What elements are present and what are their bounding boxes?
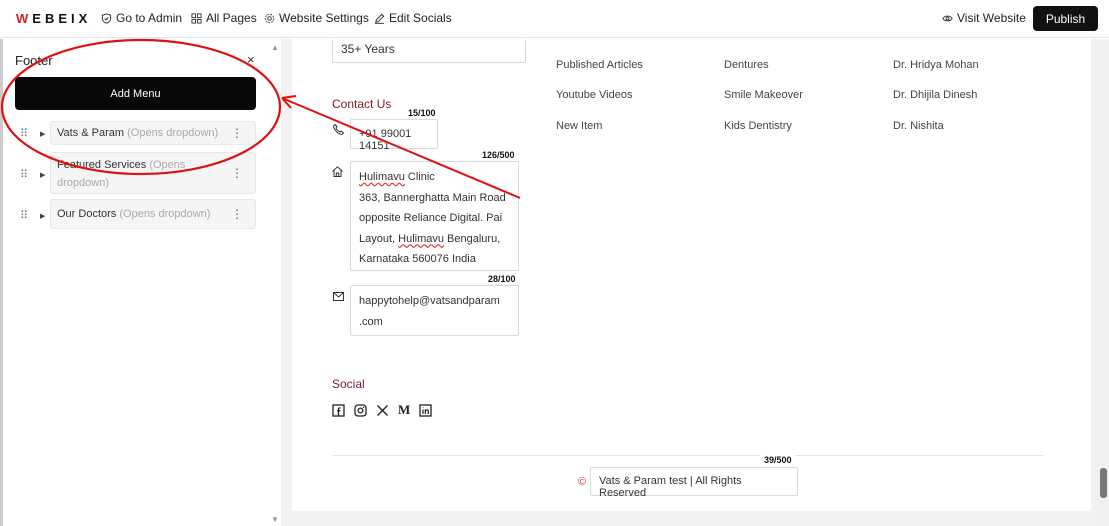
logo-text: EBEIX (32, 11, 92, 26)
menu-item-vats-param[interactable]: Vats & Param (Opens dropdown) ⋮ (50, 121, 256, 145)
more-options-icon[interactable]: ⋮ (231, 205, 243, 223)
email-line: .com (359, 315, 383, 328)
social-title: Social (332, 377, 365, 391)
more-options-icon[interactable]: ⋮ (231, 164, 243, 182)
footer-link[interactable]: Dr. Dhijila Dinesh (893, 89, 977, 101)
nav-go-to-admin[interactable]: Go to Admin (101, 11, 182, 25)
footer-preview: 35+ Years Published Articles Youtube Vid… (292, 39, 1091, 511)
menu-item-label: Featured Services (57, 159, 147, 171)
email-counter: 28/100 (485, 274, 519, 284)
logo[interactable]: WEBEIX (16, 11, 91, 26)
drag-handle-icon[interactable]: ⠿ (20, 127, 28, 140)
menu-item-hint: (Opens dropdown) (119, 208, 211, 220)
address-line: Hulimavu (359, 171, 405, 183)
contact-title: Contact Us (332, 97, 392, 111)
pencil-icon (374, 13, 385, 24)
facebook-icon[interactable] (332, 404, 345, 417)
nav-label: All Pages (206, 11, 257, 25)
instagram-icon[interactable] (354, 404, 367, 417)
footer-link[interactable]: Youtube Videos (556, 89, 632, 101)
footer-link[interactable]: Kids Dentistry (724, 120, 792, 132)
footer-divider (332, 455, 1043, 456)
editor-canvas: 35+ Years Published Articles Youtube Vid… (281, 39, 1109, 526)
eye-icon (942, 15, 953, 21)
nav-edit-socials[interactable]: Edit Socials (374, 11, 452, 25)
copyright-symbol: © (578, 476, 587, 488)
top-bar: WEBEIX Go to Admin All Pages Website Set… (0, 0, 1109, 38)
phone-field[interactable]: +91 99001 14151 (350, 119, 438, 152)
email-line: happytohelp@vatsandparam (359, 295, 500, 307)
caret-right-icon[interactable]: ▶ (40, 171, 45, 179)
footer-link[interactable]: Dr. Hridya Mohan (893, 59, 979, 71)
address-line: Karnataka 560076 India (359, 253, 476, 265)
footer-link[interactable]: New Item (556, 120, 602, 132)
phone-counter: 15/100 (405, 108, 439, 118)
address-line: 363, Bannerghatta Main Road (359, 191, 506, 204)
close-icon[interactable]: × (247, 52, 255, 67)
caret-right-icon[interactable]: ▶ (40, 130, 45, 138)
scrollbar-thumb[interactable] (1100, 468, 1107, 498)
nav-label: Website Settings (279, 11, 369, 25)
medium-icon[interactable]: M (398, 402, 410, 418)
page-scrollbar[interactable] (1098, 40, 1109, 526)
nav-website-settings[interactable]: Website Settings (264, 11, 369, 25)
nav-label: Edit Socials (389, 11, 452, 25)
nav-label: Go to Admin (116, 11, 183, 25)
address-line: opposite Reliance Digital. Pai (359, 212, 503, 224)
footer-menu-sidebar: Footer × Add Menu ⠿ ▶ Vats & Param (Open… (0, 39, 281, 526)
logo-mark: W (16, 11, 33, 26)
address-field[interactable]: Hulimavu Clinic 363, Bannerghatta Main R… (350, 161, 519, 271)
add-menu-button[interactable]: Add Menu (15, 77, 256, 110)
gear-icon (264, 13, 275, 23)
shield-icon (101, 12, 112, 24)
address-counter: 126/500 (479, 150, 518, 160)
scroll-up-icon[interactable]: ▲ (271, 43, 279, 52)
menu-item-label: Our Doctors (57, 208, 117, 220)
menu-item-featured-services[interactable]: Featured Services (Opens dropdown) ⋮ (50, 152, 256, 194)
footer-link[interactable]: Smile Makeover (724, 89, 803, 101)
nav-all-pages[interactable]: All Pages (191, 11, 257, 25)
experience-field[interactable]: 35+ Years (332, 39, 526, 63)
publish-button[interactable]: Publish (1033, 6, 1098, 31)
email-field[interactable]: happytohelp@vatsandparam .com (350, 285, 519, 336)
menu-item-our-doctors[interactable]: Our Doctors (Opens dropdown) ⋮ (50, 199, 256, 229)
footer-link[interactable]: Dentures (724, 59, 769, 71)
footer-link[interactable]: Published Articles (556, 59, 643, 71)
drag-handle-icon[interactable]: ⠿ (20, 209, 28, 222)
more-options-icon[interactable]: ⋮ (231, 124, 243, 142)
visit-website-label: Visit Website (957, 11, 1026, 25)
home-icon (332, 166, 343, 177)
sidebar-title: Footer (15, 53, 53, 68)
mail-icon (333, 292, 344, 301)
phone-icon (332, 123, 345, 136)
drag-handle-icon[interactable]: ⠿ (20, 168, 28, 181)
menu-item-label: Vats & Param (57, 127, 125, 139)
caret-right-icon[interactable]: ▶ (40, 212, 45, 220)
grid-icon (191, 12, 202, 24)
visit-website-link[interactable]: Visit Website (942, 11, 1026, 25)
menu-item-hint: (Opens dropdown) (127, 127, 219, 139)
address-line: Hulimavu (398, 232, 444, 245)
copyright-field[interactable]: Vats & Param test | All Rights Reserved (590, 467, 798, 499)
copyright-counter: 39/500 (761, 455, 795, 465)
scroll-down-icon[interactable]: ▼ (271, 515, 279, 524)
x-icon[interactable] (376, 404, 389, 417)
footer-link[interactable]: Dr. Nishita (893, 120, 944, 132)
linkedin-icon[interactable] (419, 404, 432, 417)
